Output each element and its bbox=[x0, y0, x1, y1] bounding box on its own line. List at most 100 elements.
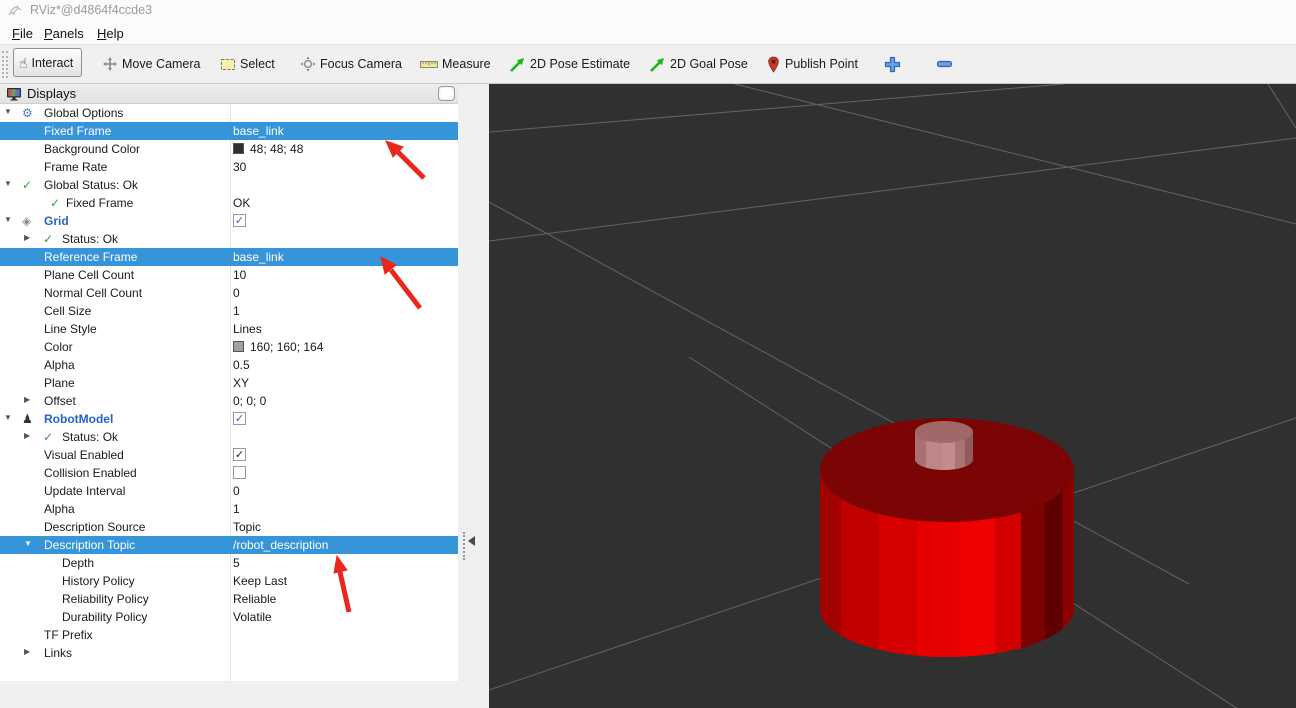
toolbar-drag-handle[interactable] bbox=[2, 51, 8, 78]
splitter-handle[interactable] bbox=[463, 532, 465, 560]
tool-select[interactable]: Select bbox=[220, 45, 275, 83]
check-icon: ✓ bbox=[22, 177, 32, 193]
checkbox[interactable]: ✓ bbox=[233, 214, 246, 227]
expander-right-icon[interactable]: ▶ bbox=[24, 395, 30, 404]
window-title: RViz*@d4864f4ccde3 bbox=[30, 3, 152, 17]
row-value[interactable]: 5 bbox=[233, 556, 240, 570]
tree-row-fixed-frame[interactable]: ✓Fixed FrameOK bbox=[0, 194, 458, 212]
tree-row-global-status-ok[interactable]: ▼✓Global Status: Ok bbox=[0, 176, 458, 194]
app-icon bbox=[7, 4, 25, 18]
displays-panel-header[interactable]: Displays bbox=[0, 84, 458, 104]
tool-publish-point[interactable]: Publish Point bbox=[766, 45, 858, 83]
checkbox[interactable]: ✓ bbox=[233, 412, 246, 425]
row-value[interactable]: 1 bbox=[233, 502, 240, 516]
titlebar: RViz*@d4864f4ccde3 bbox=[0, 0, 1296, 22]
tree-row-alpha[interactable]: Alpha 0.5 bbox=[0, 356, 458, 374]
tree-row-offset[interactable]: ▶Offset0; 0; 0 bbox=[0, 392, 458, 410]
add-display-button[interactable] bbox=[884, 45, 901, 83]
render-scene bbox=[489, 84, 1296, 708]
tree-row-reference-frame[interactable]: Reference Framebase_link bbox=[0, 248, 458, 266]
tree-row-global-options[interactable]: ▼⚙Global Options bbox=[0, 104, 458, 122]
tree-row-durability-policy[interactable]: Durability PolicyVolatile bbox=[0, 608, 458, 626]
tree-row-description-source[interactable]: Description SourceTopic bbox=[0, 518, 458, 536]
tree-row-robotmodel[interactable]: ▼♟RobotModel✓ bbox=[0, 410, 458, 428]
tree-row-description-topic[interactable]: ▼Description Topic/robot_description bbox=[0, 536, 458, 554]
row-value[interactable]: Reliable bbox=[233, 592, 276, 606]
tree-row-reliability-policy[interactable]: Reliability PolicyReliable bbox=[0, 590, 458, 608]
tree-row-line-style[interactable]: Line StyleLines bbox=[0, 320, 458, 338]
expander-right-icon[interactable]: ▶ bbox=[24, 431, 30, 440]
tool-focus-camera[interactable]: Focus Camera bbox=[300, 45, 402, 83]
expander-down-icon[interactable]: ▼ bbox=[4, 413, 12, 422]
row-label: Global Options bbox=[44, 106, 123, 120]
row-value[interactable]: 48; 48; 48 bbox=[250, 142, 303, 156]
tree-row-grid[interactable]: ▼◈Grid✓ bbox=[0, 212, 458, 230]
row-value[interactable]: Lines bbox=[233, 322, 262, 336]
tool-measure[interactable]: Measure bbox=[420, 45, 491, 83]
tool-2d-pose-estimate[interactable]: 2D Pose Estimate bbox=[509, 45, 630, 83]
tree-row-plane-cell-count[interactable]: Plane Cell Count10 bbox=[0, 266, 458, 284]
row-value[interactable]: /robot_description bbox=[233, 538, 328, 552]
checkbox[interactable]: ✓ bbox=[233, 448, 246, 461]
tree-row-history-policy[interactable]: History PolicyKeep Last bbox=[0, 572, 458, 590]
menu-file[interactable]: File bbox=[6, 24, 39, 43]
checkbox[interactable] bbox=[233, 466, 246, 479]
row-value[interactable]: 1 bbox=[233, 304, 240, 318]
row-value[interactable]: 160; 160; 164 bbox=[250, 340, 323, 354]
tree-row-color[interactable]: Color 160; 160; 164 bbox=[0, 338, 458, 356]
minus-icon bbox=[936, 59, 953, 69]
expander-down-icon[interactable]: ▼ bbox=[4, 107, 12, 116]
tree-row-alpha[interactable]: Alpha1 bbox=[0, 500, 458, 518]
tree-row-visual-enabled[interactable]: Visual Enabled✓ bbox=[0, 446, 458, 464]
color-swatch[interactable] bbox=[233, 341, 244, 352]
row-value[interactable]: 30 bbox=[233, 160, 246, 174]
row-value[interactable]: Topic bbox=[233, 520, 261, 534]
expander-down-icon[interactable]: ▼ bbox=[4, 179, 12, 188]
3d-viewport[interactable] bbox=[489, 84, 1296, 708]
tree-row-status-ok[interactable]: ▶✓Status: Ok bbox=[0, 230, 458, 248]
menubar: File Panels Help bbox=[0, 22, 1296, 44]
expander-down-icon[interactable]: ▼ bbox=[4, 215, 12, 224]
tree-row-frame-rate[interactable]: Frame Rate 30 bbox=[0, 158, 458, 176]
tree-row-tf-prefix[interactable]: TF Prefix bbox=[0, 626, 458, 644]
tree-row-collision-enabled[interactable]: Collision Enabled bbox=[0, 464, 458, 482]
color-swatch[interactable] bbox=[233, 143, 244, 154]
rviz-window: RViz*@d4864f4ccde3 File Panels Help ☝ In… bbox=[0, 0, 1296, 708]
tree-row-status-ok[interactable]: ▶✓Status: Ok bbox=[0, 428, 458, 446]
tree-row-plane[interactable]: PlaneXY bbox=[0, 374, 458, 392]
expander-right-icon[interactable]: ▶ bbox=[24, 233, 30, 242]
row-value[interactable]: 0 bbox=[233, 286, 240, 300]
row-label: Frame Rate bbox=[44, 160, 107, 174]
row-value[interactable]: base_link bbox=[233, 250, 284, 264]
row-label: Color bbox=[44, 340, 73, 354]
row-value[interactable]: Keep Last bbox=[233, 574, 287, 588]
row-value[interactable]: Volatile bbox=[233, 610, 272, 624]
row-value[interactable]: base_link bbox=[233, 124, 284, 138]
row-value[interactable]: 0 bbox=[233, 484, 240, 498]
tree-row-links[interactable]: ▶Links bbox=[0, 644, 458, 662]
expander-right-icon[interactable]: ▶ bbox=[24, 647, 30, 656]
menu-help[interactable]: Help bbox=[91, 24, 130, 43]
tool-interact[interactable]: ☝ Interact bbox=[13, 48, 82, 77]
panel-float-button[interactable] bbox=[438, 86, 455, 101]
tree-row-fixed-frame[interactable]: Fixed Framebase_link bbox=[0, 122, 458, 140]
row-value[interactable]: OK bbox=[233, 196, 250, 210]
tree-row-update-interval[interactable]: Update Interval0 bbox=[0, 482, 458, 500]
panel-splitter[interactable] bbox=[458, 84, 489, 708]
focus-crosshair-icon bbox=[300, 56, 316, 72]
row-value[interactable]: 0; 0; 0 bbox=[233, 394, 266, 408]
tree-row-normal-cell-count[interactable]: Normal Cell Count0 bbox=[0, 284, 458, 302]
remove-display-button[interactable] bbox=[936, 45, 953, 83]
expander-down-icon[interactable]: ▼ bbox=[24, 539, 32, 548]
collapse-left-icon[interactable] bbox=[468, 536, 475, 546]
row-value[interactable]: XY bbox=[233, 376, 249, 390]
menu-panels[interactable]: Panels bbox=[38, 24, 90, 43]
row-value[interactable]: 0.5 bbox=[233, 358, 250, 372]
row-value[interactable]: 10 bbox=[233, 268, 246, 282]
tree-row-background-color[interactable]: Background Color48; 48; 48 bbox=[0, 140, 458, 158]
tree-row-depth[interactable]: Depth5 bbox=[0, 554, 458, 572]
tree-row-cell-size[interactable]: Cell Size1 bbox=[0, 302, 458, 320]
tool-move-camera[interactable]: Move Camera bbox=[102, 45, 201, 83]
row-label: Alpha bbox=[44, 358, 75, 372]
tool-2d-goal-pose[interactable]: 2D Goal Pose bbox=[649, 45, 748, 83]
